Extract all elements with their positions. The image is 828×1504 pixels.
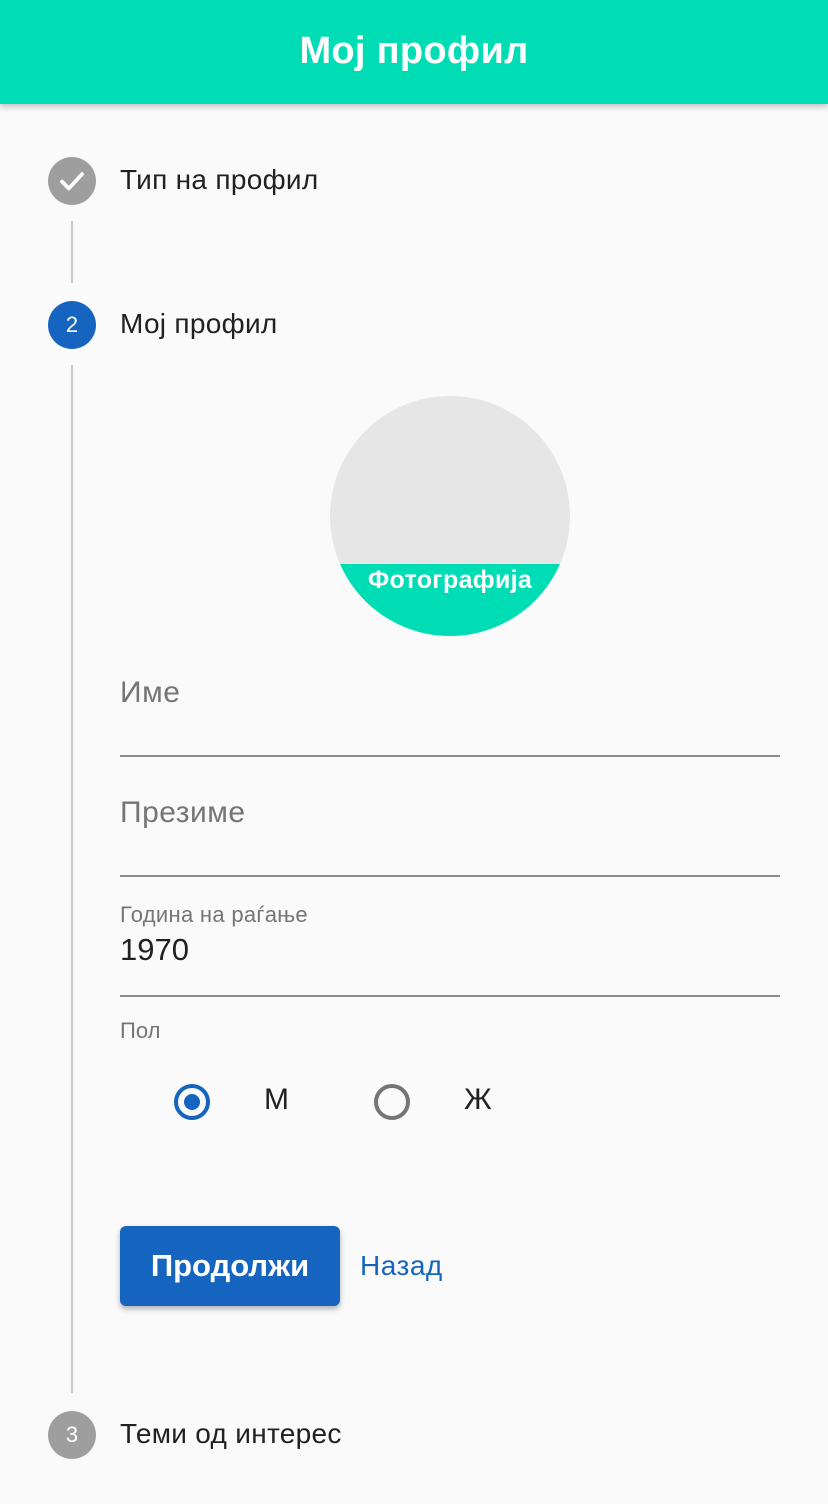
step-3-label[interactable]: Теми од интерес [120,1418,342,1450]
last-name-field[interactable]: Презиме [120,780,780,877]
gender-male-label[interactable]: М [264,1083,289,1117]
gender-male-radio[interactable] [174,1084,210,1120]
step-3-number: 3 [65,1422,79,1447]
gender-female-label[interactable]: Ж [464,1083,492,1117]
page-title: Мој профил [299,29,529,72]
step-2-label[interactable]: Мој профил [120,308,278,340]
birth-year-field[interactable]: Година на раѓање 1970 [120,900,780,997]
check-icon [60,172,84,191]
gender-label: Пол [120,1018,161,1043]
birth-year-value: 1970 [120,932,189,967]
continue-button[interactable]: Продолжи [120,1226,340,1306]
gender-female-radio[interactable] [374,1084,410,1120]
photo-label: Фотографија [367,566,533,594]
last-name-placeholder: Презиме [120,796,246,829]
step-2-number: 2 [65,312,79,337]
step-connector [71,221,73,283]
step-2-indicator[interactable]: 2 [48,301,96,349]
step-3-indicator[interactable]: 3 [48,1411,96,1459]
back-button[interactable]: Назад [360,1250,443,1282]
step-1-label[interactable]: Тип на профил [120,164,319,196]
birth-year-label: Година на раѓање [120,902,308,927]
profile-photo-picker[interactable]: Фотографија [330,396,570,636]
first-name-field[interactable]: Име [120,660,780,757]
step-1-completed-indicator[interactable] [48,157,96,205]
step-content-line [71,365,73,1393]
first-name-placeholder: Име [120,676,181,709]
app-bar: Мој профил [0,0,828,104]
